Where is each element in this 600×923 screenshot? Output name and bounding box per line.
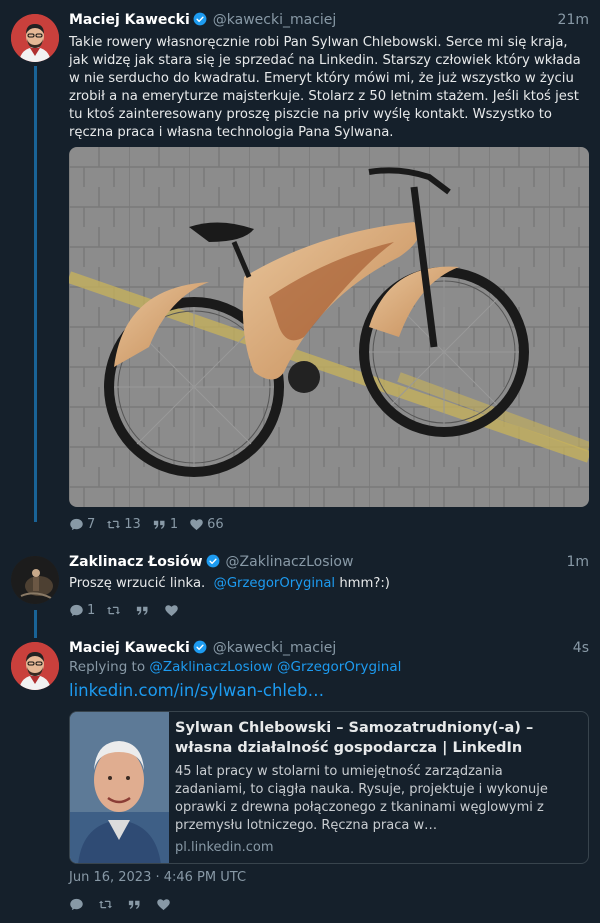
quote-button[interactable] — [127, 897, 145, 912]
author-name[interactable]: Maciej Kawecki — [69, 640, 190, 656]
retweet-icon — [107, 520, 121, 528]
tweet-time[interactable]: 21m — [558, 10, 589, 30]
tweet-actions: 1 — [69, 602, 193, 618]
quote-count: 1 — [169, 516, 179, 532]
author-name[interactable]: Zaklinacz Łosiów — [69, 554, 203, 570]
tweet-text: Proszę wrzucić linka. @GrzegorOryginal h… — [69, 575, 589, 593]
replying-mentions[interactable]: @ZaklinaczLosiow @GrzegorOryginal — [149, 659, 401, 675]
replying-to: Replying to @ZaklinaczLosiow @GrzegorOry… — [69, 658, 589, 676]
tweet-header: Maciej Kawecki @kawecki_maciej 4s — [69, 638, 589, 658]
tweet-date[interactable]: Jun 16, 2023 · 4:46 PM UTC — [69, 870, 246, 885]
avatar[interactable] — [11, 14, 59, 62]
tweet-text: Takie rowery własnoręcznie robi Pan Sylw… — [69, 35, 581, 140]
replying-label: Replying to — [69, 659, 146, 675]
retweet-button[interactable] — [106, 603, 124, 618]
card-image — [70, 712, 169, 863]
thread-line — [34, 66, 37, 522]
tweet-actions: 7 13 1 66 — [69, 516, 235, 532]
reply-button[interactable]: 1 — [69, 603, 95, 618]
quote-icon — [137, 606, 148, 615]
retweet-count: 13 — [124, 516, 141, 532]
tweet-link[interactable]: linkedin.com/in/sylwan-chleb… — [69, 681, 324, 700]
author-name[interactable]: Maciej Kawecki — [69, 12, 190, 28]
tweet-header: Maciej Kawecki @kawecki_maciej 21m — [69, 10, 589, 30]
reply-count: 7 — [87, 516, 96, 532]
verified-icon — [193, 12, 207, 26]
like-count: 66 — [207, 516, 224, 532]
author-handle[interactable]: @kawecki_maciej — [213, 12, 337, 28]
tweet-header: Zaklinacz Łosiów @ZaklinaczLosiow 1m — [69, 552, 589, 572]
tweet-text-part: Proszę wrzucić linka. — [69, 576, 206, 591]
reply-icon — [70, 898, 83, 910]
reply-icon — [70, 604, 83, 616]
tweet-time[interactable]: 4s — [573, 638, 589, 658]
tweet-image[interactable] — [69, 147, 589, 507]
reply-count: 1 — [87, 602, 96, 618]
quote-button[interactable]: 1 — [152, 517, 178, 532]
retweet-icon — [98, 900, 113, 908]
retweet-button[interactable]: 13 — [106, 517, 141, 532]
author-handle[interactable]: @kawecki_maciej — [213, 640, 337, 656]
verified-icon — [206, 554, 219, 568]
link-preview-card[interactable]: Sylwan Chlebowski – Samozatrudniony(-a) … — [69, 711, 589, 864]
quote-button[interactable] — [135, 603, 153, 618]
tweet-time[interactable]: 1m — [566, 552, 589, 572]
avatar[interactable] — [11, 556, 59, 604]
like-icon — [157, 898, 170, 910]
thread-line — [34, 610, 37, 638]
mention-link[interactable]: @GrzegorOryginal — [214, 576, 335, 591]
retweet-icon — [107, 606, 121, 614]
reply-button[interactable]: 7 — [69, 517, 95, 532]
author-handle[interactable]: @ZaklinaczLosiow — [226, 554, 354, 570]
card-title: Sylwan Chlebowski – Samozatrudniony(-a) … — [175, 720, 534, 756]
like-icon — [190, 518, 203, 530]
tweet-actions — [69, 896, 185, 912]
reply-icon — [70, 518, 83, 530]
avatar[interactable] — [11, 642, 59, 690]
quote-icon — [128, 900, 140, 909]
like-button[interactable] — [164, 603, 182, 618]
verified-icon — [193, 640, 207, 654]
like-button[interactable]: 66 — [189, 517, 224, 532]
quote-icon — [153, 520, 165, 529]
retweet-button[interactable] — [98, 897, 116, 912]
tweet-text-part: hmm?:) — [339, 576, 390, 591]
reply-button[interactable] — [69, 897, 87, 912]
card-domain: pl.linkedin.com — [175, 840, 274, 855]
like-icon — [165, 604, 179, 616]
card-description: 45 lat pracy w stolarni to umiejętność z… — [175, 764, 548, 833]
like-button[interactable] — [156, 897, 174, 912]
